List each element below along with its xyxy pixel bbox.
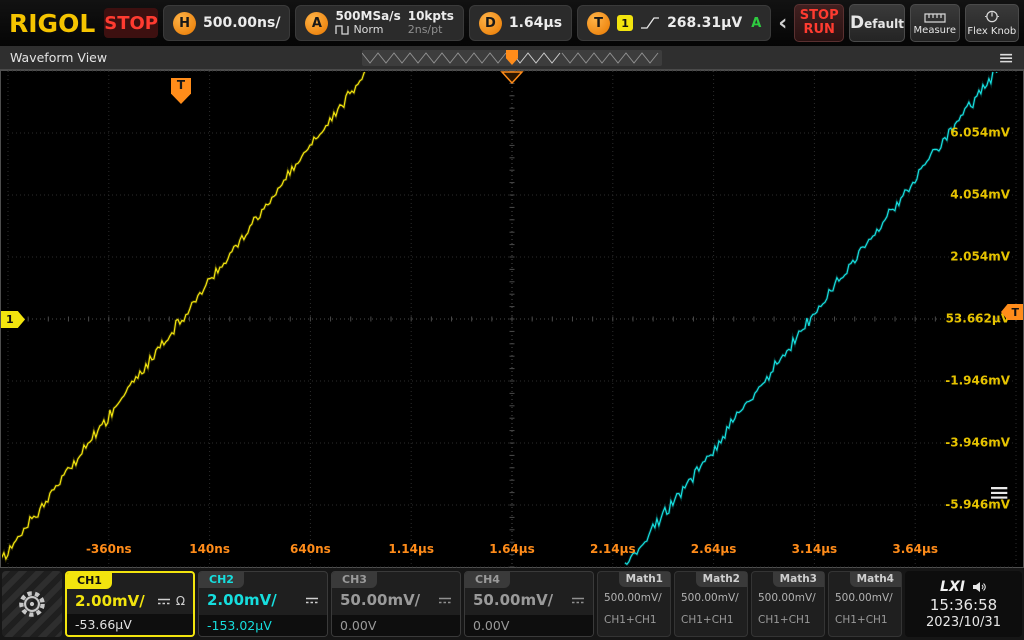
- math-box-1[interactable]: Math1 500.00mV/ CH1+CH1: [597, 571, 671, 637]
- impedance-icon: Ω: [176, 594, 185, 608]
- system-status-box[interactable]: LXI 15:36:58 2023/10/31: [905, 571, 1022, 637]
- bottom-bar: CH1 2.00mV/ Ω -53.66µV CH2 2.00mV/: [0, 568, 1024, 640]
- channel-scale: 2.00mV/: [75, 592, 145, 610]
- math-tab[interactable]: Math4: [850, 572, 901, 587]
- waveform-canvas: [0, 70, 1024, 568]
- math-box-4[interactable]: Math4 500.00mV/ CH1+CH1: [828, 571, 902, 637]
- memory-depth: 10kpts: [408, 10, 454, 24]
- acquire-badge-icon: A: [305, 12, 328, 35]
- math-tab[interactable]: Math1: [619, 572, 670, 587]
- channel-scale: 50.00mV/: [340, 591, 420, 609]
- menu-icon[interactable]: ≡: [998, 47, 1014, 69]
- delay-settings-pill[interactable]: D 1.64µs: [469, 5, 572, 41]
- default-button-label: Default: [850, 13, 904, 33]
- flex-knob-button-label: Flex Knob: [967, 26, 1016, 37]
- channel-offset: 0.00V: [340, 618, 376, 633]
- trigger-settings-pill[interactable]: T 1 268.31µV A: [577, 5, 771, 41]
- channel-tab[interactable]: CH3: [332, 572, 377, 588]
- square-wave-icon: [335, 25, 349, 35]
- waveform-view-header: Waveform View ≡: [0, 46, 1024, 70]
- math-tab[interactable]: Math2: [696, 572, 747, 587]
- waveform-display[interactable]: -360ns140ns640ns1.14µs1.64µs2.14µs2.64µs…: [0, 70, 1024, 568]
- trigger-slope-icon: [640, 16, 660, 30]
- flex-knob-button[interactable]: Flex Knob: [965, 4, 1019, 42]
- delay-badge-icon: D: [479, 12, 502, 35]
- utility-menu-button[interactable]: [2, 571, 62, 637]
- waveform-view-title: Waveform View: [10, 50, 107, 65]
- dc-coupling-icon: [438, 596, 452, 605]
- timebase-value: 500.00ns/: [203, 15, 280, 31]
- measure-button-label: Measure: [914, 25, 957, 36]
- knob-icon: [984, 9, 1000, 24]
- channel-offset: -53.66µV: [75, 617, 132, 632]
- plot-menu-icon[interactable]: ≡: [988, 480, 1010, 506]
- dc-coupling-icon: [305, 596, 319, 605]
- channel-box-ch1[interactable]: CH1 2.00mV/ Ω -53.66µV: [65, 571, 195, 637]
- channel-box-ch2[interactable]: CH2 2.00mV/ -153.02µV: [198, 571, 328, 637]
- trigger-badge-icon: T: [587, 12, 610, 35]
- sample-interval: 2ns/pt: [408, 24, 454, 37]
- ch1-marker-label: 1: [6, 313, 14, 326]
- trigger-marker-label: T: [1011, 306, 1019, 319]
- trigger-flag-label: T: [177, 78, 185, 92]
- sample-rate: 500MSa/s: [335, 10, 400, 24]
- top-bar: RIGOL STOP H 500.00ns/ A 500MSa/s Norm 1…: [0, 0, 1024, 46]
- math-expression: CH1+CH1: [681, 614, 734, 626]
- stop-run-line1: STOP: [800, 9, 839, 23]
- math-scale: 500.00mV/: [681, 592, 739, 604]
- acquire-settings-pill[interactable]: A 500MSa/s Norm 10kpts 2ns/pt: [295, 5, 463, 41]
- channel-offset: -153.02µV: [207, 618, 272, 633]
- channel-tab[interactable]: CH2: [199, 572, 244, 588]
- math-box-3[interactable]: Math3 500.00mV/ CH1+CH1: [751, 571, 825, 637]
- stop-run-line2: RUN: [803, 23, 834, 37]
- chevron-left-icon[interactable]: ‹: [776, 11, 789, 36]
- delay-value: 1.64µs: [509, 15, 562, 31]
- math-scale: 500.00mV/: [835, 592, 893, 604]
- speaker-icon: [972, 581, 987, 593]
- acquire-mode: Norm: [353, 24, 383, 37]
- channel-offset: 0.00V: [473, 618, 509, 633]
- channel-scale: 2.00mV/: [207, 591, 277, 609]
- horizontal-badge-icon: H: [173, 12, 196, 35]
- rigol-logo: RIGOL: [9, 9, 95, 38]
- math-scale: 500.00mV/: [604, 592, 662, 604]
- dc-coupling-icon: [157, 597, 171, 606]
- channel-tab[interactable]: CH1: [67, 573, 112, 589]
- math-tab[interactable]: Math3: [773, 572, 824, 587]
- clock-date: 2023/10/31: [926, 615, 1001, 630]
- measure-button[interactable]: Measure: [910, 4, 960, 42]
- horizontal-position-marker: [499, 71, 525, 84]
- trigger-source-badge: 1: [617, 15, 633, 31]
- stop-run-button[interactable]: STOP RUN: [794, 4, 844, 42]
- run-state-indicator[interactable]: STOP: [104, 8, 158, 38]
- trigger-level: 268.31µV: [667, 15, 742, 31]
- trigger-armed-flag: A: [751, 16, 761, 31]
- horizontal-settings-pill[interactable]: H 500.00ns/: [163, 5, 290, 41]
- channel-tab[interactable]: CH4: [465, 572, 510, 588]
- channel-scale: 50.00mV/: [473, 591, 553, 609]
- waveform-navigator[interactable]: [362, 50, 662, 66]
- gear-icon: [16, 588, 48, 620]
- oscilloscope-screen: RIGOL STOP H 500.00ns/ A 500MSa/s Norm 1…: [0, 0, 1024, 640]
- measure-ruler-icon: [924, 10, 946, 23]
- channel-box-ch3[interactable]: CH3 50.00mV/ 0.00V: [331, 571, 461, 637]
- dc-coupling-icon: [571, 596, 585, 605]
- math-expression: CH1+CH1: [835, 614, 888, 626]
- math-expression: CH1+CH1: [604, 614, 657, 626]
- channel-box-ch4[interactable]: CH4 50.00mV/ 0.00V: [464, 571, 594, 637]
- math-box-2[interactable]: Math2 500.00mV/ CH1+CH1: [674, 571, 748, 637]
- math-scale: 500.00mV/: [758, 592, 816, 604]
- clock-time: 15:36:58: [930, 596, 997, 614]
- math-expression: CH1+CH1: [758, 614, 811, 626]
- default-button[interactable]: Default: [849, 4, 905, 42]
- lxi-label: LXI: [940, 579, 965, 595]
